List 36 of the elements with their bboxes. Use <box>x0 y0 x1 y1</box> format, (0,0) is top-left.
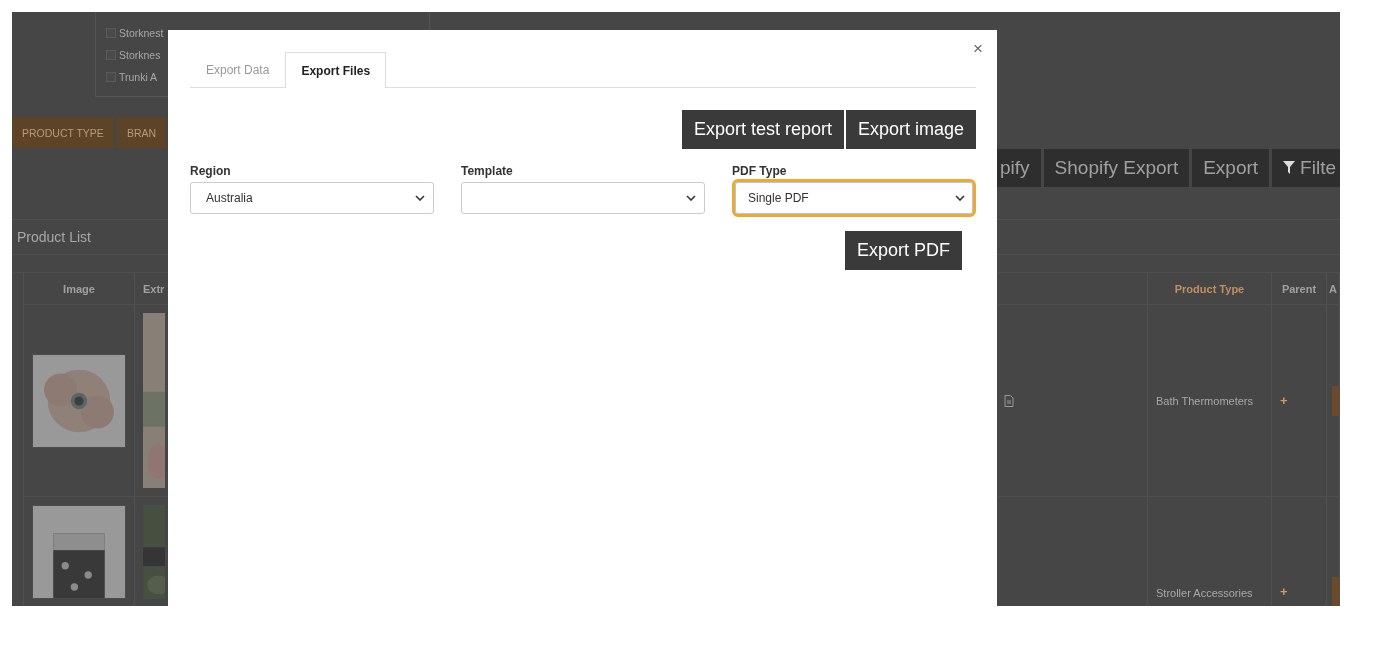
export-button[interactable]: Export image <box>845 110 976 149</box>
chevron-down-icon <box>415 195 425 201</box>
section-title: Product List <box>17 229 91 245</box>
option-label: Storknest <box>119 27 164 39</box>
table-cell: Stroller Accessories <box>1148 497 1272 606</box>
dropdown-field[interactable]: Australia <box>190 182 434 214</box>
close-button[interactable]: × <box>971 39 985 59</box>
toolbar-button[interactable]: Export <box>1192 149 1270 187</box>
column-header: Parent <box>1272 273 1327 305</box>
column-header: Image <box>23 273 135 305</box>
column-header[interactable]: Product Type <box>1148 273 1272 305</box>
field-label: PDF Type <box>732 164 788 178</box>
table-cell: Bath Thermometers <box>1148 305 1272 497</box>
option-label: Trunki A <box>119 71 158 83</box>
tab[interactable]: Export Files <box>285 52 387 88</box>
toolbar-button[interactable]: Filte <box>1272 149 1340 187</box>
toolbar-button[interactable]: Shopify Export <box>1043 149 1190 187</box>
add-link[interactable]: + <box>1280 584 1288 599</box>
dropdown-field[interactable]: Single PDF <box>732 179 976 217</box>
chevron-down-icon <box>955 195 965 201</box>
dropdown-field[interactable] <box>461 182 705 214</box>
category-button[interactable]: PRODUCT TYPE <box>12 117 114 148</box>
add-link[interactable]: + <box>1280 393 1288 408</box>
field-label: Region <box>190 164 232 178</box>
export-button[interactable]: Export test report <box>681 110 844 149</box>
chevron-down-icon <box>686 195 696 201</box>
category-button[interactable]: BRAN <box>116 117 167 148</box>
tab[interactable]: Export Data <box>190 52 286 87</box>
document-icon[interactable] <box>1004 394 1014 407</box>
option-label: Storknes <box>119 49 161 61</box>
action-button[interactable] <box>1332 577 1339 606</box>
field-label: Template <box>461 164 514 178</box>
filter-icon <box>1283 161 1296 175</box>
export-pdf-button[interactable]: Export PDF <box>844 231 962 270</box>
action-button[interactable] <box>1332 385 1339 416</box>
column-header: A <box>1327 273 1340 305</box>
